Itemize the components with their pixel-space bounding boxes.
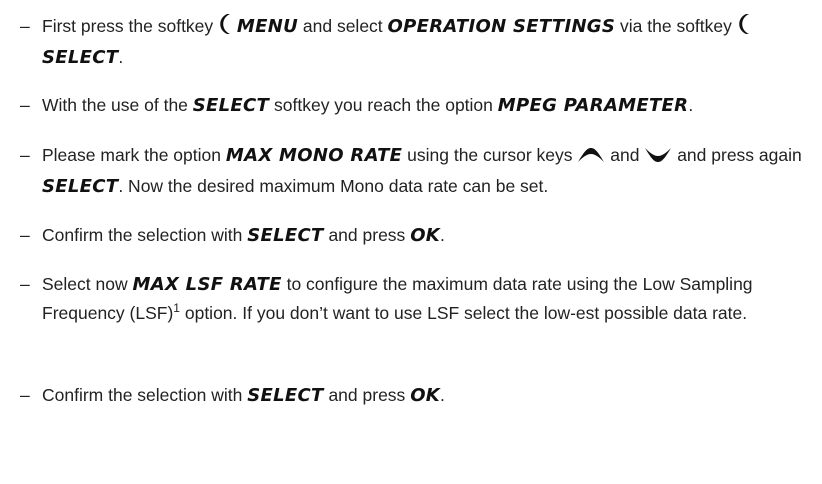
key-select: SELECT (247, 225, 324, 246)
key-max-lsf-rate: MAX LSF RATE (132, 274, 282, 295)
step-6-text: Confirm the selection with SELECT and pr… (42, 385, 445, 406)
key-max-mono-rate: MAX MONO RATE (225, 145, 403, 166)
softkey-bracket-icon (218, 13, 232, 43)
step-2-text: With the use of the SELECT softkey you r… (42, 95, 694, 116)
bullet-dash: – (20, 225, 30, 245)
step-5-text: Select now MAX LSF RATE to configure the… (42, 274, 753, 323)
manual-page: – First press the softkey MENU and selec… (0, 0, 822, 484)
key-mpeg-parameter: MPEG PARAMETER (497, 95, 689, 116)
key-select: SELECT (247, 385, 324, 406)
cursor-down-icon (644, 144, 672, 172)
bullet-dash: – (20, 274, 30, 294)
key-select: SELECT (42, 176, 119, 197)
cursor-up-icon (577, 144, 605, 172)
step-1-text: First press the softkey MENU and select … (42, 12, 817, 72)
key-select: SELECT (192, 95, 270, 116)
key-select: SELECT (42, 47, 119, 68)
bullet-dash: – (20, 385, 30, 405)
footnote-ref: 1 (173, 301, 180, 316)
bullet-dash: – (20, 95, 30, 115)
step-4-text: Confirm the selection with SELECT and pr… (42, 225, 445, 246)
key-ok: OK (410, 385, 441, 406)
key-ok: OK (410, 225, 441, 246)
key-menu: MENU (236, 16, 299, 37)
key-operation-settings: OPERATION SETTINGS (387, 16, 616, 37)
softkey-bracket-icon (737, 13, 751, 43)
bullet-dash: – (20, 16, 30, 36)
step-3-text: Please mark the option MAX MONO RATE usi… (42, 144, 802, 197)
bullet-dash: – (20, 145, 30, 165)
